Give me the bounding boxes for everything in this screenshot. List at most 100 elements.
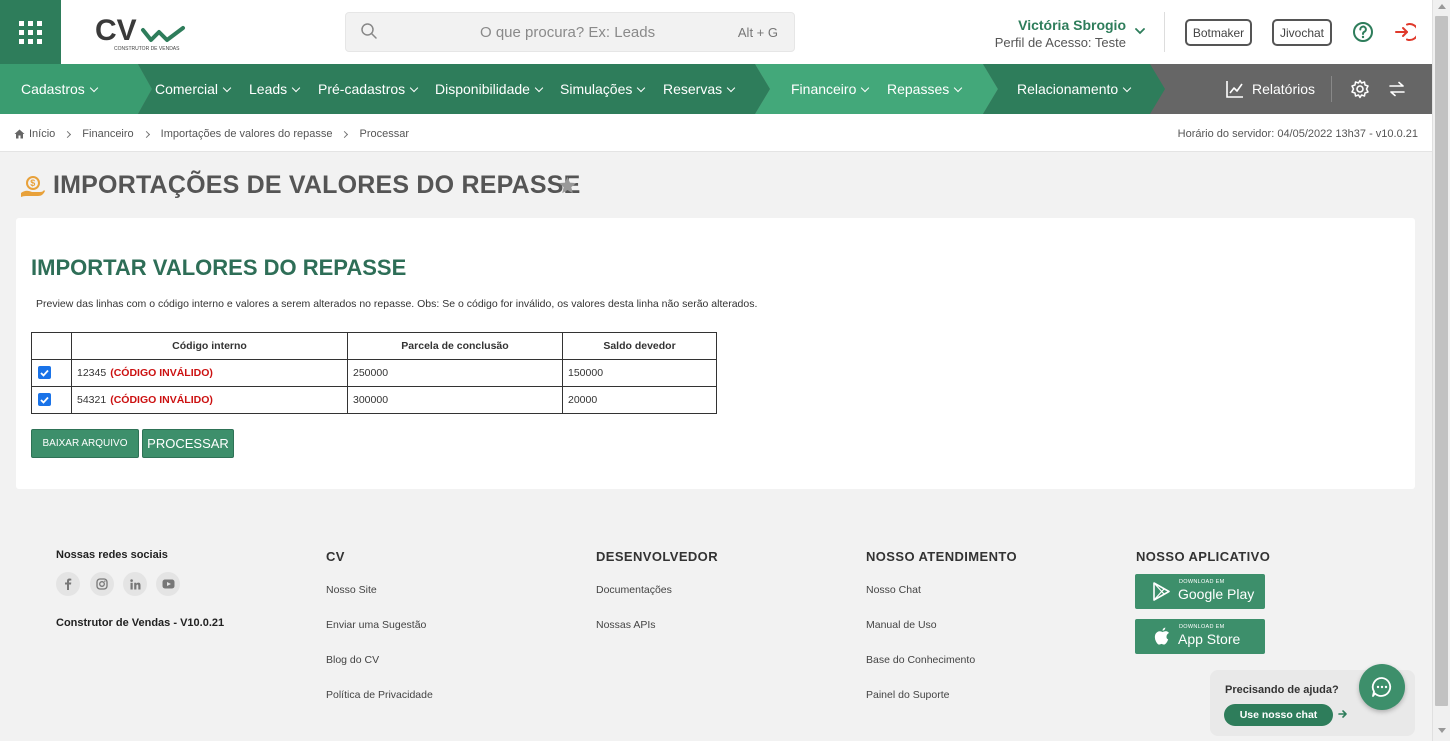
app-store-button[interactable]: DOWNLOAD EM App Store <box>1135 619 1265 654</box>
breadcrumb-financeiro[interactable]: Financeiro <box>82 128 133 140</box>
footer-link-painel[interactable]: Painel do Suporte <box>866 689 949 701</box>
nav-repasses-label: Repasses <box>887 81 950 97</box>
nav-repasses[interactable]: Repasses <box>887 64 963 114</box>
footer-link-blog[interactable]: Blog do CV <box>326 654 379 666</box>
breadcrumb-importacoes[interactable]: Importações de valores do repasse <box>161 128 333 140</box>
check-icon <box>40 369 49 377</box>
nav-cadastros-label: Cadastros <box>21 81 85 97</box>
breadcrumb-inicio[interactable]: Início <box>29 128 55 140</box>
gear-icon[interactable] <box>1350 79 1370 99</box>
cv-logo-icon: CV CONSTRUTOR DE VENDAS <box>95 14 185 52</box>
chevron-down-icon <box>954 83 963 93</box>
nav-disponibilidade[interactable]: Disponibilidade <box>435 64 544 114</box>
footer-link-nosso-site[interactable]: Nosso Site <box>326 584 377 596</box>
help-icon[interactable] <box>1352 21 1374 43</box>
youtube-icon <box>162 579 174 589</box>
chevron-down-icon[interactable] <box>1134 26 1146 36</box>
footer-link-documentacoes[interactable]: Documentações <box>596 584 672 596</box>
search-shortcut: Alt + G <box>737 25 778 40</box>
nav-simulacoes-label: Simulações <box>560 81 633 97</box>
apple-icon <box>1154 627 1169 645</box>
nav-relacionamento-label: Relacionamento <box>1017 81 1119 97</box>
nav-reservas-label: Reservas <box>663 81 723 97</box>
column-header-saldo: Saldo devedor <box>562 332 717 360</box>
footer-title-dev: DESENVOLVEDOR <box>596 549 718 564</box>
process-button[interactable]: PROCESSAR <box>142 429 234 458</box>
chevron-down-icon <box>861 83 870 93</box>
cv-logo[interactable]: CV CONSTRUTOR DE VENDAS <box>95 12 195 54</box>
arrow-right-icon <box>1338 710 1347 718</box>
app-version: Construtor de Vendas - V10.0.21 <box>56 617 225 629</box>
app-store-label: App Store <box>1178 631 1241 647</box>
chevron-down-icon <box>222 83 232 93</box>
footer-link-apis[interactable]: Nossas APIs <box>596 619 656 631</box>
chevron-down-icon <box>1122 83 1132 93</box>
chevron-down-icon <box>637 83 646 93</box>
card-heading: IMPORTAR VALORES DO REPASSE <box>31 255 407 280</box>
code-cell: 12345 (CÓDIGO INVÁLIDO) <box>71 359 348 387</box>
chat-launcher[interactable] <box>1359 664 1405 710</box>
help-title: Precisando de ajuda? <box>1225 684 1339 696</box>
user-profile: Perfil de Acesso: Teste <box>994 35 1126 50</box>
swap-icon[interactable] <box>1387 79 1407 99</box>
facebook-link[interactable] <box>56 572 80 596</box>
youtube-link[interactable] <box>156 572 180 596</box>
footer-title-app: NOSSO APLICATIVO <box>1136 549 1271 564</box>
botmaker-button[interactable]: Botmaker <box>1185 19 1252 46</box>
nav-comercial-label: Comercial <box>155 81 219 97</box>
card-description: Preview das linhas com o código interno … <box>36 298 758 310</box>
scroll-thumb[interactable] <box>1435 16 1448 706</box>
user-menu[interactable]: Victória Sbrogio Perfil de Acesso: Teste <box>995 17 1126 50</box>
scroll-up-arrow[interactable] <box>1438 4 1446 9</box>
main-navbar: Cadastros Comercial Leads Pré-cadastros … <box>0 64 1432 114</box>
invalid-code-badge: (CÓDIGO INVÁLIDO) <box>110 367 213 379</box>
nav-comercial[interactable]: Comercial <box>155 64 232 114</box>
select-column-header <box>31 332 72 360</box>
instagram-link[interactable] <box>90 572 114 596</box>
download-file-button[interactable]: BAIXAR ARQUIVO <box>31 429 139 458</box>
table-row: 54321 (CÓDIGO INVÁLIDO) 300000 20000 <box>31 386 717 414</box>
global-search[interactable]: O que procura? Ex: Leads Alt + G <box>345 12 795 52</box>
apps-menu-button[interactable] <box>0 0 61 64</box>
scroll-down-arrow[interactable] <box>1438 728 1446 733</box>
breadcrumb-bar: Início Financeiro Importações de valores… <box>0 114 1432 152</box>
use-chat-button[interactable]: Use nosso chat <box>1224 704 1333 726</box>
nav-relacionamento[interactable]: Relacionamento <box>1017 64 1132 114</box>
breadcrumb-processar: Processar <box>359 128 410 140</box>
nav-relatorios[interactable]: Relatórios <box>1252 64 1315 114</box>
svg-text:$: $ <box>30 178 35 188</box>
row-checkbox[interactable] <box>38 366 51 380</box>
chevron-down-icon <box>726 83 736 93</box>
footer-link-base[interactable]: Base do Conhecimento <box>866 654 975 666</box>
svg-text:CONSTRUTOR DE VENDAS: CONSTRUTOR DE VENDAS <box>114 46 180 52</box>
nav-leads[interactable]: Leads <box>249 64 301 114</box>
nav-pre-cadastros[interactable]: Pré-cadastros <box>318 64 419 114</box>
chart-line-icon[interactable] <box>1226 80 1244 98</box>
page-scrollbar[interactable] <box>1432 0 1450 741</box>
server-time: Horário do servidor: 04/05/2022 13h37 - … <box>1177 128 1418 140</box>
search-placeholder: O que procura? Ex: Leads <box>480 24 656 41</box>
linkedin-icon <box>129 578 140 589</box>
footer-link-sugestao[interactable]: Enviar uma Sugestão <box>326 619 426 631</box>
parcela-cell: 250000 <box>347 359 563 387</box>
row-checkbox[interactable] <box>38 393 51 407</box>
logout-icon[interactable] <box>1394 21 1416 43</box>
chevron-down-icon <box>89 83 99 93</box>
nav-simulacoes[interactable]: Simulações <box>560 64 646 114</box>
nav-financeiro[interactable]: Financeiro <box>791 64 870 114</box>
linkedin-link[interactable] <box>123 572 147 596</box>
grid-icon <box>19 20 42 44</box>
code-value: 54321 <box>77 394 107 406</box>
home-icon <box>14 129 25 139</box>
footer-link-manual[interactable]: Manual de Uso <box>866 619 937 631</box>
footer-link-chat[interactable]: Nosso Chat <box>866 584 921 596</box>
top-header: CV CONSTRUTOR DE VENDAS O que procura? E… <box>0 0 1432 64</box>
footer-link-privacidade[interactable]: Política de Privacidade <box>326 689 433 701</box>
nav-cadastros[interactable]: Cadastros <box>21 64 99 114</box>
nav-leads-label: Leads <box>249 81 288 97</box>
footer-title-atendimento: NOSSO ATENDIMENTO <box>866 549 1018 564</box>
google-play-button[interactable]: DOWNLOAD EM Google Play <box>1135 574 1265 609</box>
star-icon[interactable] <box>558 176 577 195</box>
nav-reservas[interactable]: Reservas <box>663 64 736 114</box>
jivochat-button[interactable]: Jivochat <box>1272 19 1332 46</box>
